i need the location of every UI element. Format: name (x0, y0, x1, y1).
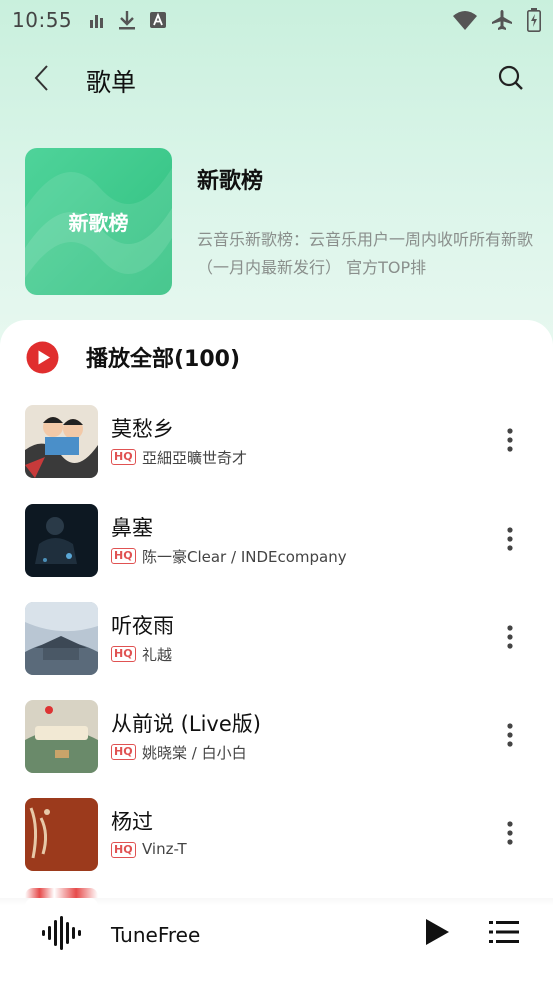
more-vertical-icon (506, 821, 514, 849)
song-artist: 礼越 (142, 646, 173, 664)
hq-badge: HQ (111, 842, 136, 858)
album-art (25, 504, 98, 577)
more-options-button[interactable] (498, 624, 522, 654)
page-title: 歌单 (86, 68, 137, 97)
status-right-icons (453, 8, 541, 32)
mini-player[interactable]: TuneFree (0, 898, 553, 983)
waveform-icon (41, 915, 83, 954)
more-vertical-icon (506, 428, 514, 456)
search-icon (498, 65, 524, 95)
a-box-icon (150, 12, 167, 28)
more-vertical-icon (506, 625, 514, 653)
more-vertical-icon (506, 527, 514, 555)
song-row[interactable]: 从前说 (Live版) HQ 姚晓棠 / 白小白 (0, 700, 553, 776)
play-icon (424, 918, 450, 950)
player-art[interactable] (25, 898, 98, 971)
search-button[interactable] (495, 64, 527, 96)
album-art (25, 602, 98, 675)
album-art (25, 798, 98, 871)
battery-charging-icon (527, 8, 541, 32)
song-row[interactable]: 莫愁乡 HQ 亞細亞曠世奇才 (0, 405, 553, 481)
queue-button[interactable] (486, 916, 522, 952)
song-list-panel: 播放全部(100) 莫愁乡 HQ 亞細亞曠世奇才 鼻塞 HQ 陈一豪Clear … (0, 320, 553, 983)
app-bar: 歌单 (0, 50, 553, 110)
playlist-icon (489, 920, 519, 948)
song-title: 听夜雨 (111, 614, 174, 638)
status-left-icons (90, 10, 167, 30)
playlist-description[interactable]: 云音乐新歌榜：云音乐用户一周内收听所有新歌（一月内最新发行） 官方TOP排 (197, 226, 537, 282)
song-row[interactable]: 杨过 HQ Vinz-T (0, 798, 553, 874)
song-title: 从前说 (Live版) (111, 712, 261, 736)
hq-badge: HQ (111, 744, 136, 760)
download-icon (118, 10, 136, 30)
song-title: 鼻塞 (111, 516, 153, 540)
status-time: 10:55 (12, 8, 73, 32)
play-button[interactable] (420, 916, 454, 952)
chevron-left-icon (33, 64, 49, 96)
player-title: TuneFree (111, 923, 201, 947)
song-row[interactable]: 鼻塞 HQ 陈一豪Clear / INDEcompany (0, 504, 553, 580)
album-art (25, 700, 98, 773)
song-artist: Vinz-T (142, 840, 187, 858)
signal-bars-icon (90, 12, 104, 28)
more-options-button[interactable] (498, 722, 522, 752)
status-bar: 10:55 (0, 0, 553, 40)
play-all-label: 播放全部(100) (86, 347, 241, 372)
song-artist: 姚晓棠 / 白小白 (142, 744, 247, 762)
song-title: 杨过 (111, 810, 153, 834)
song-row[interactable]: 听夜雨 HQ 礼越 (0, 602, 553, 678)
play-all-button[interactable]: 播放全部(100) (26, 340, 240, 374)
more-options-button[interactable] (498, 526, 522, 556)
back-button[interactable] (26, 64, 56, 96)
playlist-name: 新歌榜 (197, 169, 264, 194)
song-artist: 陈一豪Clear / INDEcompany (142, 548, 347, 566)
hq-badge: HQ (111, 548, 136, 564)
more-options-button[interactable] (498, 427, 522, 457)
playlist-cover[interactable]: 新歌榜 (25, 148, 172, 295)
wifi-icon (453, 10, 477, 30)
song-artist: 亞細亞曠世奇才 (142, 449, 248, 467)
cover-title: 新歌榜 (68, 211, 129, 235)
song-title: 莫愁乡 (111, 417, 174, 441)
album-art (25, 405, 98, 478)
airplane-icon (491, 9, 513, 31)
more-vertical-icon (506, 723, 514, 751)
hq-badge: HQ (111, 449, 136, 465)
more-options-button[interactable] (498, 820, 522, 850)
play-circle-icon (26, 341, 59, 374)
hq-badge: HQ (111, 646, 136, 662)
